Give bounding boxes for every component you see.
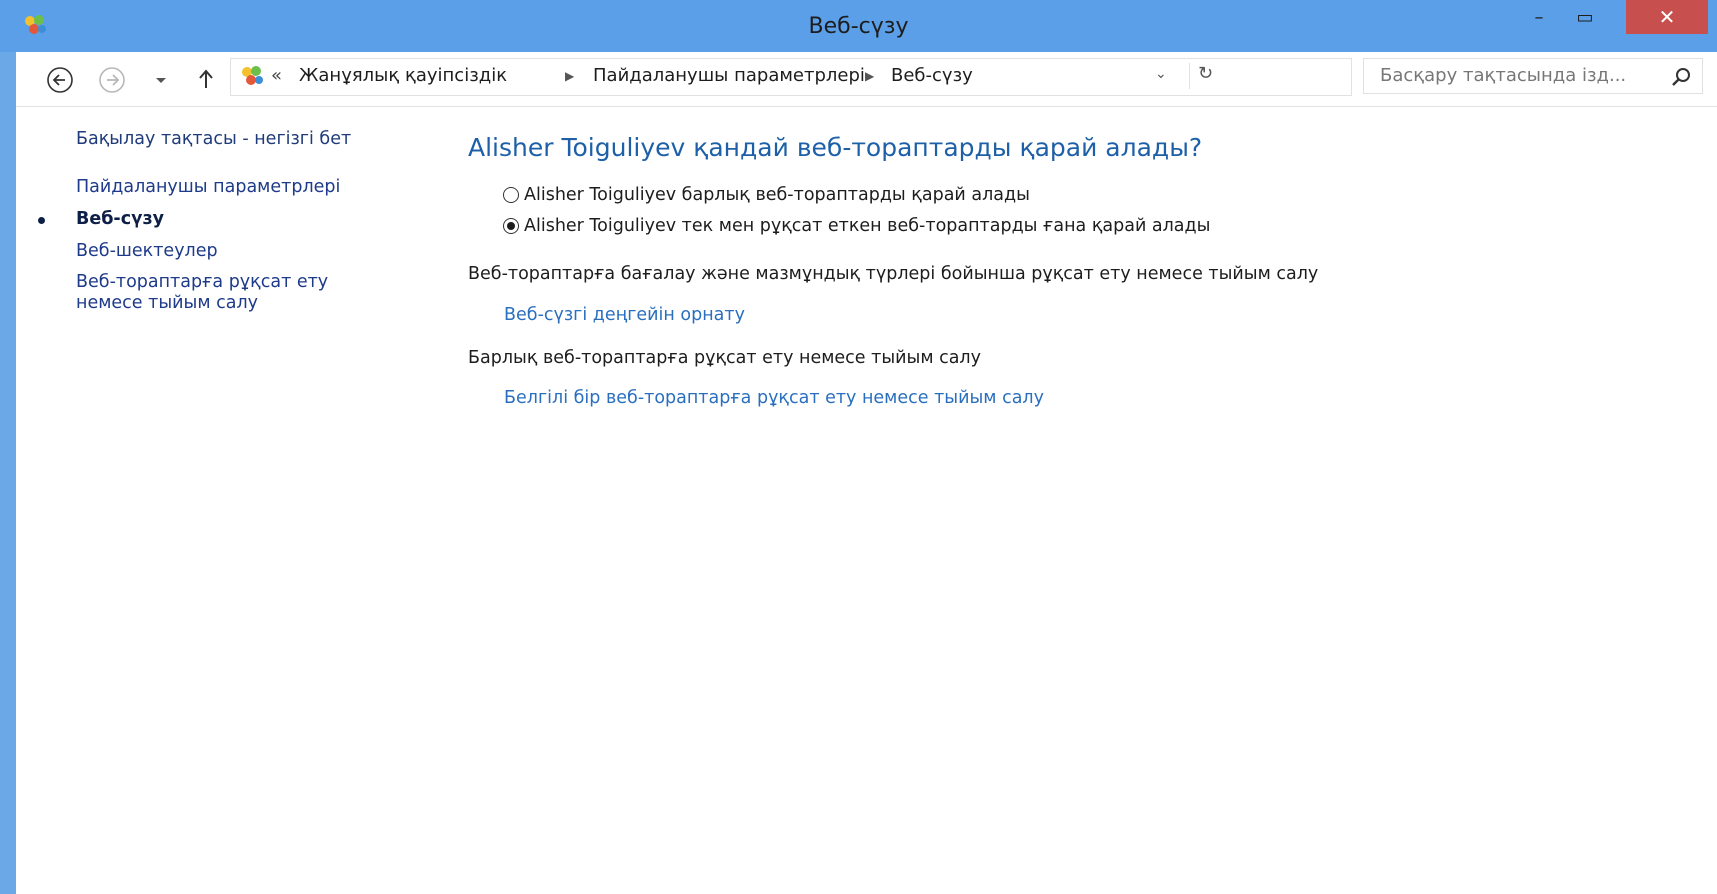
window-title: Веб-сүзу bbox=[808, 14, 909, 39]
section-description: Веб-тораптарға бағалау және мазмұндық тү… bbox=[468, 264, 1319, 284]
radio-label[interactable]: Alisher Toiguliyev тек мен рұқсат еткен … bbox=[524, 216, 1210, 236]
radio-option-all-sites[interactable]: Alisher Toiguliyev барлық веб-тораптарды… bbox=[503, 185, 1030, 205]
family-safety-icon bbox=[242, 66, 263, 85]
breadcrumb-item[interactable]: Пайдаланушы параметрлері bbox=[593, 65, 865, 86]
search-icon[interactable] bbox=[1670, 66, 1692, 88]
breadcrumb-separator-icon[interactable]: ▶ bbox=[865, 69, 874, 83]
breadcrumb-item[interactable]: Веб-сүзу bbox=[891, 65, 973, 86]
back-icon[interactable] bbox=[46, 66, 74, 94]
breadcrumb-separator-icon[interactable]: ▶ bbox=[565, 69, 574, 83]
sidebar-item-web-filtering: Веб-сүзу bbox=[76, 209, 165, 229]
content-area: Бақылау тақтасы - негізгі бет Пайдалануш… bbox=[16, 107, 1717, 894]
radio-label[interactable]: Alisher Toiguliyev барлық веб-тораптарды… bbox=[524, 185, 1030, 205]
search-input[interactable]: Басқару тақтасында ізд... bbox=[1363, 58, 1703, 94]
breadcrumb-overflow[interactable]: « bbox=[271, 65, 282, 86]
refresh-icon[interactable]: ↻ bbox=[1189, 63, 1224, 89]
up-icon[interactable] bbox=[194, 66, 218, 92]
minimize-button[interactable]: – bbox=[1516, 0, 1562, 34]
chevron-down-icon[interactable]: ⌄ bbox=[1155, 66, 1177, 88]
set-filter-level-link[interactable]: Веб-сүзгі деңгейін орнату bbox=[504, 305, 745, 325]
section-description: Барлық веб-тораптарға рұқсат ету немесе … bbox=[468, 348, 981, 368]
forward-icon[interactable] bbox=[98, 66, 126, 94]
maximize-button[interactable]: ▭ bbox=[1562, 0, 1608, 34]
window: Веб-сүзу – ▭ ✕ « Жанұялық қауіпсіздік ▶ … bbox=[0, 0, 1717, 894]
sidebar-item-user-settings[interactable]: Пайдаланушы параметрлері bbox=[76, 177, 340, 198]
title-bar: Веб-сүзу – ▭ ✕ bbox=[0, 0, 1717, 52]
breadcrumb-item[interactable]: Жанұялық қауіпсіздік bbox=[299, 65, 507, 86]
sidebar-item-web-restrictions[interactable]: Веб-шектеулер bbox=[76, 241, 218, 262]
current-page-bullet-icon bbox=[38, 217, 45, 224]
radio-button[interactable] bbox=[503, 187, 519, 203]
navigation-bar: « Жанұялық қауіпсіздік ▶ Пайдаланушы пар… bbox=[16, 52, 1717, 107]
search-placeholder: Басқару тақтасында ізд... bbox=[1380, 65, 1627, 86]
close-button[interactable]: ✕ bbox=[1626, 0, 1708, 34]
sidebar-item-allow-block-sites[interactable]: Веб-тораптарға рұқсат ету немесе тыйым са… bbox=[76, 272, 328, 314]
page-title: Alisher Toiguliyev қандай веб-тораптарды… bbox=[468, 133, 1203, 162]
radio-button-selected[interactable] bbox=[503, 218, 519, 234]
radio-option-allowed-sites[interactable]: Alisher Toiguliyev тек мен рұқсат еткен … bbox=[503, 216, 1210, 236]
recent-locations-icon[interactable] bbox=[150, 68, 172, 92]
sidebar-item-home[interactable]: Бақылау тақтасы - негізгі бет bbox=[76, 129, 351, 150]
address-bar[interactable]: « Жанұялық қауіпсіздік ▶ Пайдаланушы пар… bbox=[230, 58, 1352, 96]
allow-block-specific-sites-link[interactable]: Белгілі бір веб-тораптарға рұқсат ету не… bbox=[504, 388, 1044, 408]
